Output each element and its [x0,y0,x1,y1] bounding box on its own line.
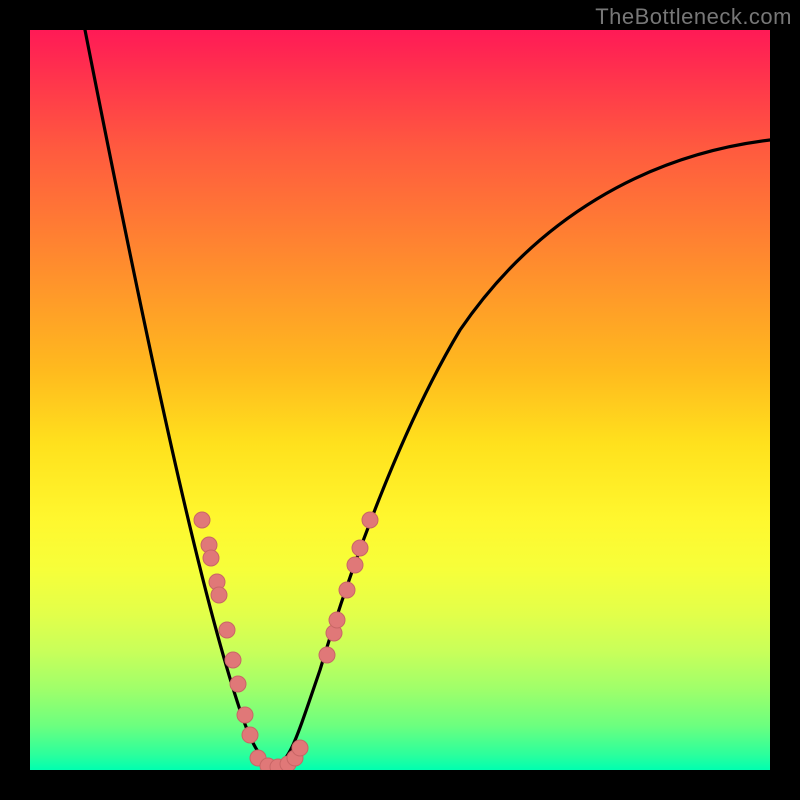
bottleneck-curve [85,30,770,766]
data-dots [194,512,378,770]
data-dot [242,727,258,743]
data-dot [230,676,246,692]
watermark-text: TheBottleneck.com [595,4,792,30]
data-dot [339,582,355,598]
chart-frame: TheBottleneck.com [0,0,800,800]
chart-svg [30,30,770,770]
data-dot [352,540,368,556]
data-dot [292,740,308,756]
data-dot [225,652,241,668]
data-dot [219,622,235,638]
data-dot [194,512,210,528]
data-dot [329,612,345,628]
data-dot [362,512,378,528]
data-dot [347,557,363,573]
data-dot [211,587,227,603]
plot-area [30,30,770,770]
data-dot [203,550,219,566]
data-dot [319,647,335,663]
data-dot [237,707,253,723]
